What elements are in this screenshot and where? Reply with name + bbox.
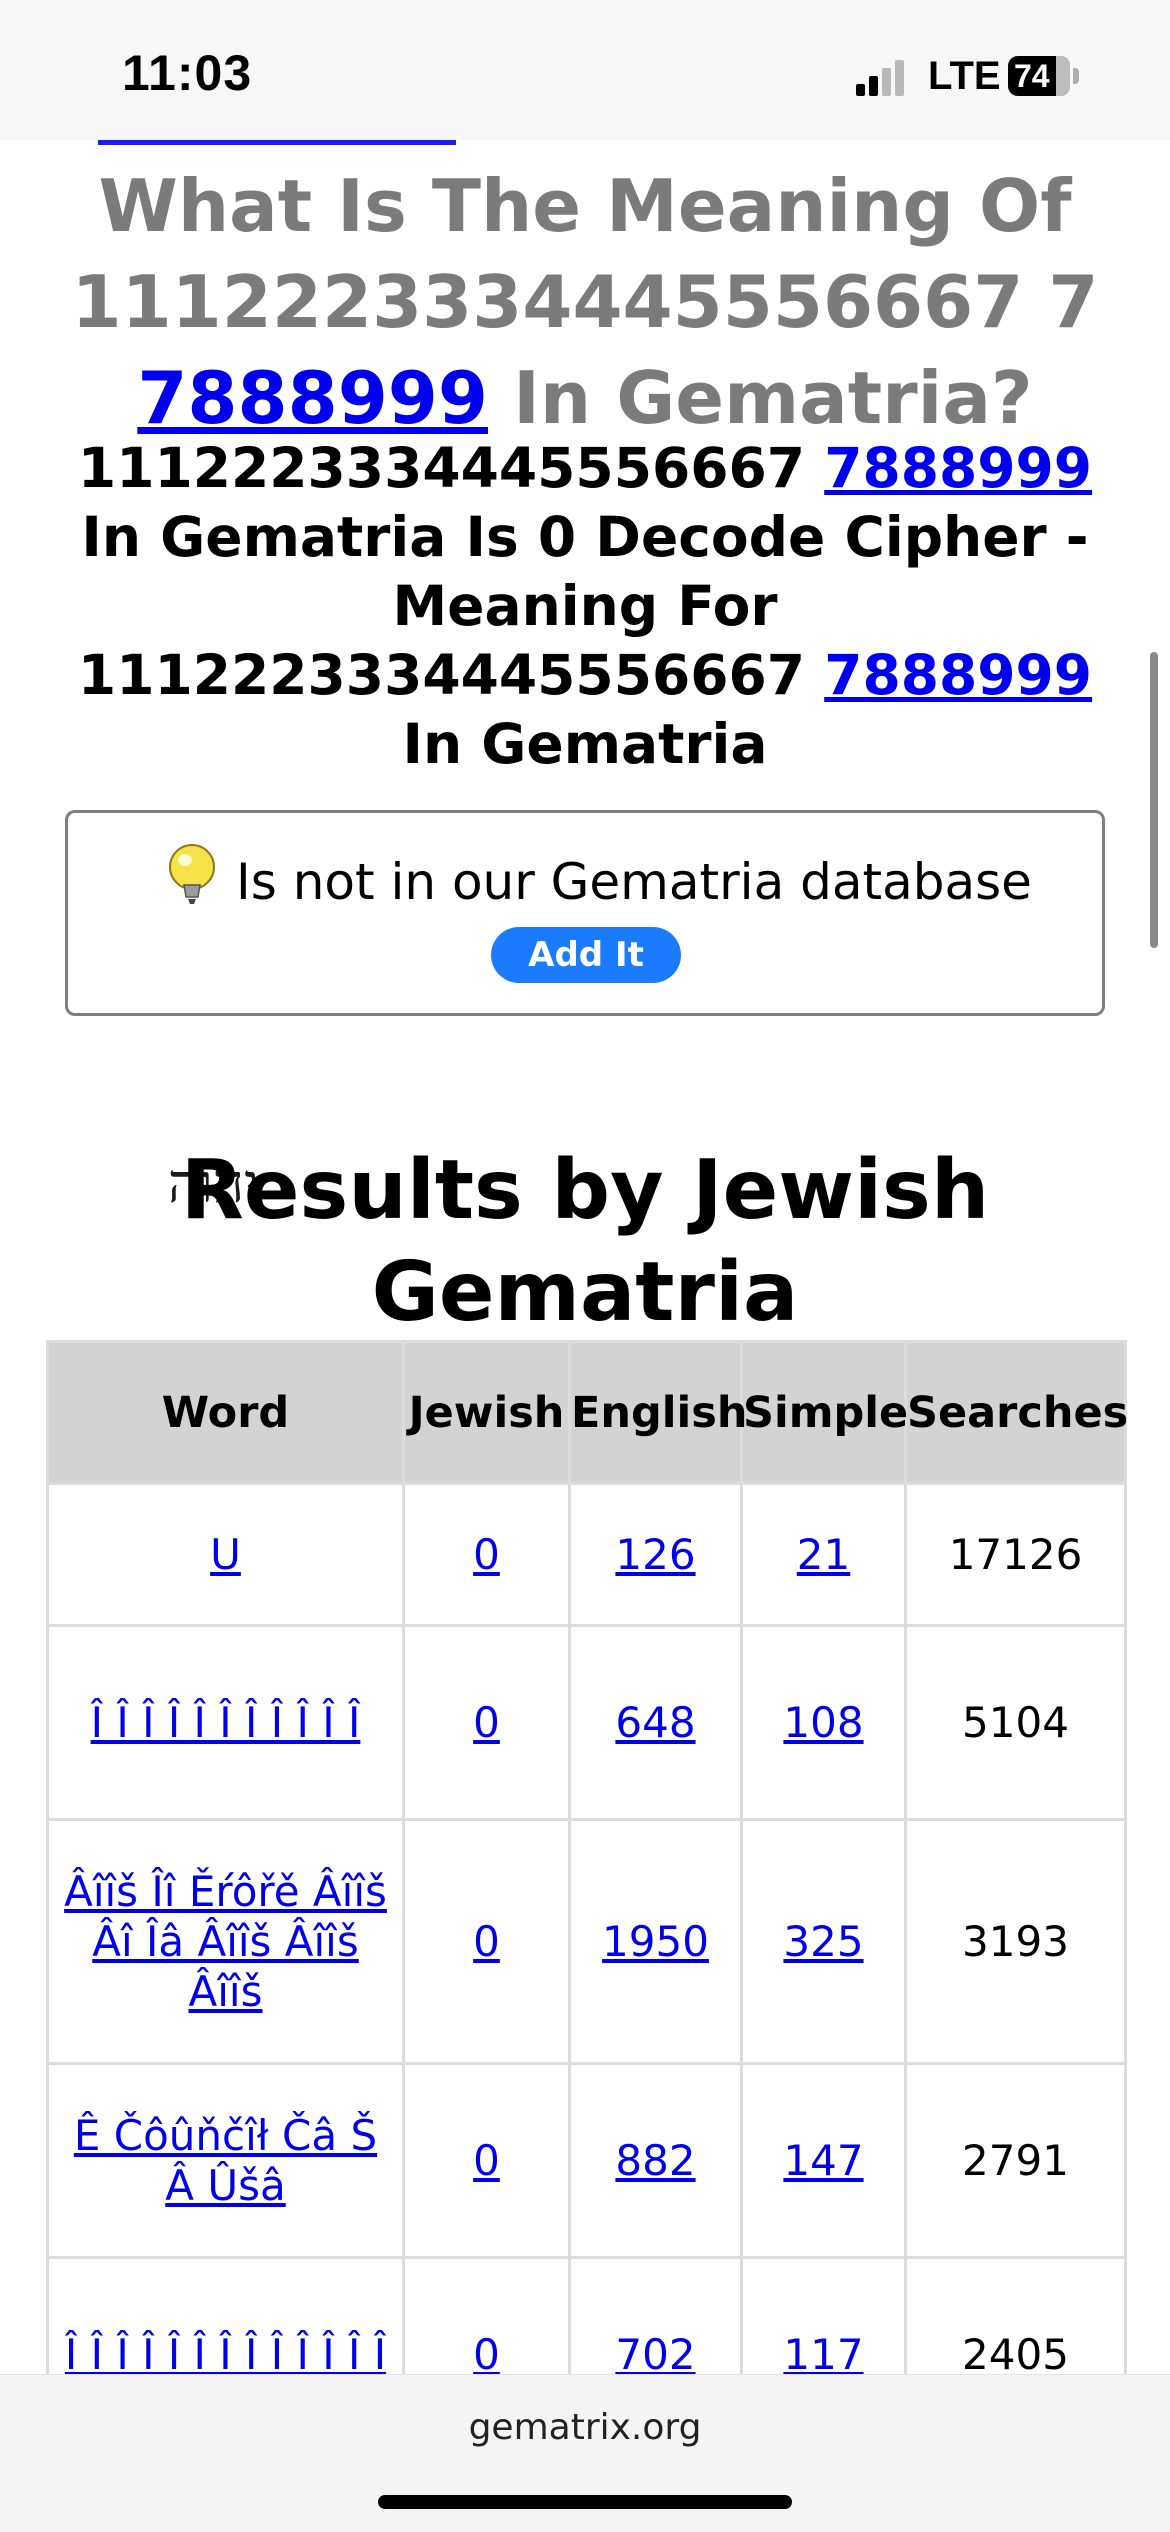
subtitle-line-4: In Gematria (402, 712, 768, 776)
simple-value-link[interactable]: 147 (783, 2136, 863, 2185)
battery-cap (1073, 68, 1079, 84)
column-header-jewish: Jewish (402, 1340, 571, 1485)
word-link[interactable]: Î Î Î Î Î Î Î Î Î Î Î (91, 1698, 361, 1747)
subtitle-number-link[interactable]: 7888999 (824, 436, 1092, 500)
signal-icon (856, 60, 916, 96)
jewish-value-link[interactable]: 0 (473, 2330, 500, 2379)
english-value-link[interactable]: 882 (615, 2136, 695, 2185)
title-text-prefix: What Is The Meaning Of 11122233344455566… (71, 164, 1099, 344)
column-header-word: Word (46, 1340, 405, 1485)
results-table: Word Jewish English Simple Searches U 0 … (46, 1340, 1128, 2453)
results-heading: Results by Jewish Gematria (180, 1143, 990, 1340)
battery-level: 74 (1014, 58, 1050, 94)
simple-value-link[interactable]: 108 (783, 1698, 863, 1747)
english-value-link[interactable]: 702 (615, 2330, 695, 2379)
network-type: LTE (928, 54, 1001, 98)
jewish-value-link[interactable]: 0 (473, 2136, 500, 2185)
table-row: U 0 126 21 17126 (46, 1482, 1127, 1627)
english-value-link[interactable]: 648 (615, 1698, 695, 1747)
table-row: Ê Čôûňčîł Čâ Š Â Ûšâ 0 882 147 2791 (46, 2062, 1127, 2259)
scrollbar[interactable] (1150, 652, 1158, 948)
title-text-suffix: In Gematria? (513, 356, 1033, 440)
battery-icon: 74 (1008, 56, 1070, 96)
simple-value-link[interactable]: 21 (797, 1530, 850, 1579)
home-indicator[interactable] (378, 2495, 792, 2509)
status-time: 11:03 (122, 45, 253, 101)
title-number-link[interactable]: 7888999 (137, 356, 488, 440)
table-header-row: Word Jewish English Simple Searches (46, 1340, 1128, 1485)
jewish-value-link[interactable]: 0 (473, 1698, 500, 1747)
status-bar: 11:03 LTE 74 (0, 0, 1170, 140)
column-header-english: English (568, 1340, 747, 1485)
word-link[interactable]: U (210, 1530, 241, 1579)
address-bar[interactable]: gematrix.org (0, 2407, 1170, 2448)
searches-count: 3193 (904, 1818, 1127, 2065)
word-link[interactable]: Î Î Î Î Î Î Î Î Î Î Î Î Î (65, 2330, 386, 2379)
jewish-value-link[interactable]: 0 (473, 1530, 500, 1579)
searches-count: 2791 (904, 2062, 1127, 2259)
column-header-simple: Simple (740, 1340, 908, 1485)
add-it-button[interactable]: Add It (491, 927, 681, 983)
subtitle-line-2: In Gematria Is 0 Decode Cipher - Meaning… (81, 505, 1089, 638)
english-value-link[interactable]: 126 (615, 1530, 695, 1579)
table-row: Î Î Î Î Î Î Î Î Î Î Î 0 648 108 5104 (46, 1624, 1127, 1821)
english-value-link[interactable]: 1950 (602, 1917, 709, 1966)
word-link[interactable]: Âîîš Îî Ěŕôřě Âîîš Âî Îâ Âîîš Âîîš Âîîš (64, 1867, 387, 2016)
word-link[interactable]: Ê Čôûňčîł Čâ Š Â Ûšâ (74, 2111, 377, 2210)
searches-count: 17126 (904, 1482, 1127, 1627)
simple-value-link[interactable]: 117 (783, 2330, 863, 2379)
subtitle-number-link-2[interactable]: 7888999 (824, 643, 1092, 707)
subtitle-number-2: 1112223334445556667 (77, 643, 825, 707)
table-row: Âîîš Îî Ěŕôřě Âîîš Âî Îâ Âîîš Âîîš Âîîš … (46, 1818, 1127, 2065)
not-found-message: Is not in our Gematria database (236, 853, 1032, 911)
simple-value-link[interactable]: 325 (783, 1917, 863, 1966)
subtitle-number: 1112223334445556667 (77, 436, 825, 500)
header-rule (98, 140, 456, 145)
page-subtitle: 1112223334445556667 7888999 In Gematria … (14, 434, 1156, 779)
searches-count: 5104 (904, 1624, 1127, 1821)
page-title: What Is The Meaning Of 11122233344455566… (20, 158, 1150, 446)
jewish-value-link[interactable]: 0 (473, 1917, 500, 1966)
lightbulb-icon (169, 844, 215, 904)
browser-bottom-bar: gematrix.org (0, 2374, 1170, 2532)
not-found-box: Is not in our Gematria database Add It (65, 810, 1105, 1016)
column-header-searches: Searches (904, 1340, 1128, 1485)
